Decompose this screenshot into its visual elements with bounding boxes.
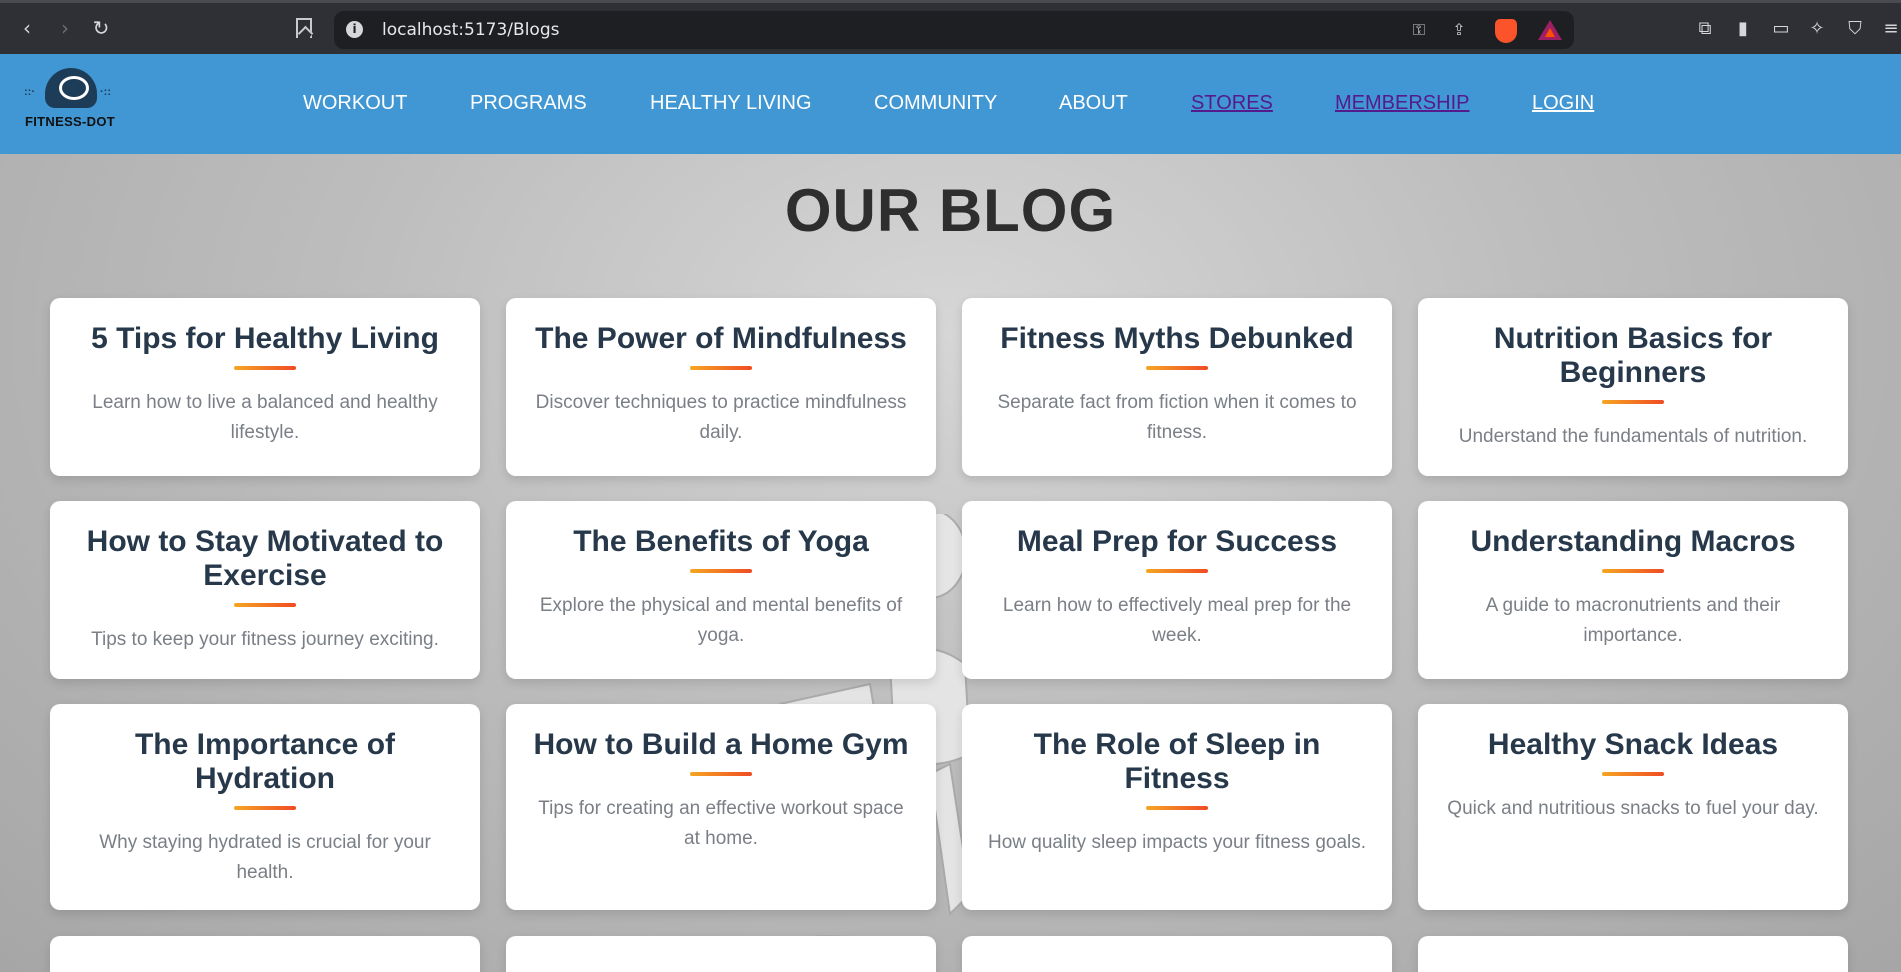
- brave-rewards-icon[interactable]: [1538, 20, 1562, 40]
- logo-dots-icon: ·::: [100, 86, 111, 98]
- accent-bar: [1602, 569, 1664, 573]
- blog-card-title[interactable]: The Power of Mindfulness: [530, 322, 912, 356]
- blog-card[interactable]: The Power of Mindfulness Discover techni…: [506, 298, 936, 476]
- blog-card-title[interactable]: Understanding Macros: [1442, 525, 1824, 559]
- blog-card-summary: Separate fact from fiction when it comes…: [997, 392, 1357, 443]
- accent-bar: [1602, 772, 1664, 776]
- accent-bar: [1602, 400, 1664, 404]
- bookmark-icon[interactable]: [296, 18, 312, 38]
- address-bar[interactable]: i localhost:5173/Blogs ⚿ ⇪: [334, 11, 1574, 49]
- nav-link-programs[interactable]: PROGRAMS: [470, 92, 587, 115]
- browser-toolbar: ‹ › ↻ i localhost:5173/Blogs ⚿ ⇪ ⧉ ▮ ▭ ✧…: [0, 0, 1901, 54]
- site-info-icon[interactable]: i: [346, 21, 363, 38]
- vpn-icon[interactable]: ⛉: [1844, 18, 1866, 40]
- blog-card-title[interactable]: The Benefits of Yoga: [530, 525, 912, 559]
- blog-card-summary: Quick and nutritious snacks to fuel your…: [1447, 798, 1819, 819]
- blog-card-summary: Understand the fundamentals of nutrition…: [1458, 426, 1808, 447]
- accent-bar: [234, 366, 296, 370]
- blog-card-title[interactable]: Fitness Myths Debunked: [986, 322, 1368, 356]
- sidebar-icon[interactable]: ▮: [1732, 18, 1754, 40]
- blog-card-summary: Explore the physical and mental benefits…: [539, 595, 903, 646]
- accent-bar: [690, 569, 752, 573]
- blog-card-partial[interactable]: [506, 936, 936, 972]
- blog-card-summary: How quality sleep impacts your fitness g…: [987, 832, 1367, 853]
- blog-card-title[interactable]: Nutrition Basics for Beginners: [1442, 322, 1824, 390]
- blog-card[interactable]: The Benefits of Yoga Explore the physica…: [506, 501, 936, 679]
- accent-bar: [234, 603, 296, 607]
- blog-card-summary: Learn how to effectively meal prep for t…: [1002, 595, 1352, 646]
- blog-card[interactable]: Meal Prep for Success Learn how to effec…: [962, 501, 1392, 679]
- extensions-icon[interactable]: ⧉: [1694, 18, 1716, 40]
- reload-icon[interactable]: ↻: [90, 17, 112, 39]
- blog-card-title[interactable]: How to Build a Home Gym: [530, 728, 912, 762]
- site-header: ::· ·:: FITNESS-DOT WORKOUT PROGRAMS HEA…: [0, 54, 1901, 154]
- blog-card-summary: Learn how to live a balanced and healthy…: [92, 392, 438, 443]
- blog-card[interactable]: Understanding Macros A guide to macronut…: [1418, 501, 1848, 679]
- accent-bar: [690, 366, 752, 370]
- nav-link-workout[interactable]: WORKOUT: [303, 92, 407, 115]
- fitness-dot-logo[interactable]: ::· ·:: FITNESS-DOT: [18, 68, 122, 140]
- blog-card-summary: A guide to macronutrients and their impo…: [1485, 595, 1781, 646]
- blog-card-title[interactable]: The Role of Sleep in Fitness: [986, 728, 1368, 796]
- blog-card-summary: Discover techniques to practice mindfuln…: [535, 392, 907, 443]
- nav-link-membership[interactable]: MEMBERSHIP: [1335, 92, 1469, 115]
- nav-link-community[interactable]: COMMUNITY: [874, 92, 997, 115]
- accent-bar: [1146, 366, 1208, 370]
- wallet-icon[interactable]: ▭: [1770, 18, 1792, 40]
- blog-card[interactable]: The Importance of Hydration Why staying …: [50, 704, 480, 910]
- logo-mark-icon: [45, 68, 97, 108]
- leo-ai-icon[interactable]: ✧: [1806, 18, 1828, 40]
- blog-card-title[interactable]: Healthy Snack Ideas: [1442, 728, 1824, 762]
- blog-card-summary: Tips for creating an effective workout s…: [538, 798, 904, 849]
- nav-link-healthy-living[interactable]: HEALTHY LIVING: [650, 92, 812, 115]
- blog-card-title[interactable]: Meal Prep for Success: [986, 525, 1368, 559]
- accent-bar: [234, 806, 296, 810]
- share-icon[interactable]: ⇪: [1448, 20, 1470, 40]
- key-icon[interactable]: ⚿: [1408, 20, 1430, 40]
- blog-card-summary: Why staying hydrated is crucial for your…: [99, 832, 431, 883]
- accent-bar: [1146, 569, 1208, 573]
- page-title: OUR BLOG: [784, 177, 1117, 244]
- menu-icon[interactable]: ≡: [1880, 18, 1901, 40]
- logo-text: FITNESS-DOT: [25, 114, 115, 129]
- blog-card[interactable]: The Role of Sleep in Fitness How quality…: [962, 704, 1392, 910]
- blog-card-partial[interactable]: [1418, 936, 1848, 972]
- accent-bar: [1146, 806, 1208, 810]
- blog-card[interactable]: 5 Tips for Healthy Living Learn how to l…: [50, 298, 480, 476]
- blog-card[interactable]: Nutrition Basics for Beginners Understan…: [1418, 298, 1848, 476]
- blog-card-partial[interactable]: [50, 936, 480, 972]
- page-viewport: ::· ·:: FITNESS-DOT WORKOUT PROGRAMS HEA…: [0, 54, 1901, 972]
- blog-card-title[interactable]: 5 Tips for Healthy Living: [74, 322, 456, 356]
- blog-card-title[interactable]: The Importance of Hydration: [74, 728, 456, 796]
- blog-card[interactable]: Fitness Myths Debunked Separate fact fro…: [962, 298, 1392, 476]
- accent-bar: [690, 772, 752, 776]
- blog-card-summary: Tips to keep your fitness journey exciti…: [91, 629, 439, 650]
- blog-card-partial[interactable]: [962, 936, 1392, 972]
- blog-card[interactable]: Healthy Snack Ideas Quick and nutritious…: [1418, 704, 1848, 910]
- brave-shields-icon[interactable]: [1495, 19, 1517, 43]
- nav-link-login[interactable]: LOGIN: [1532, 92, 1594, 115]
- back-icon[interactable]: ‹: [16, 17, 38, 39]
- blog-card-title[interactable]: How to Stay Motivated to Exercise: [74, 525, 456, 593]
- nav-link-about[interactable]: ABOUT: [1059, 92, 1128, 115]
- forward-icon[interactable]: ›: [54, 17, 76, 39]
- blog-card[interactable]: How to Stay Motivated to Exercise Tips t…: [50, 501, 480, 679]
- nav-link-stores[interactable]: STORES: [1191, 92, 1273, 115]
- logo-dots-icon: ::·: [24, 86, 35, 98]
- url-text[interactable]: localhost:5173/Blogs: [382, 20, 559, 40]
- blog-card[interactable]: How to Build a Home Gym Tips for creatin…: [506, 704, 936, 910]
